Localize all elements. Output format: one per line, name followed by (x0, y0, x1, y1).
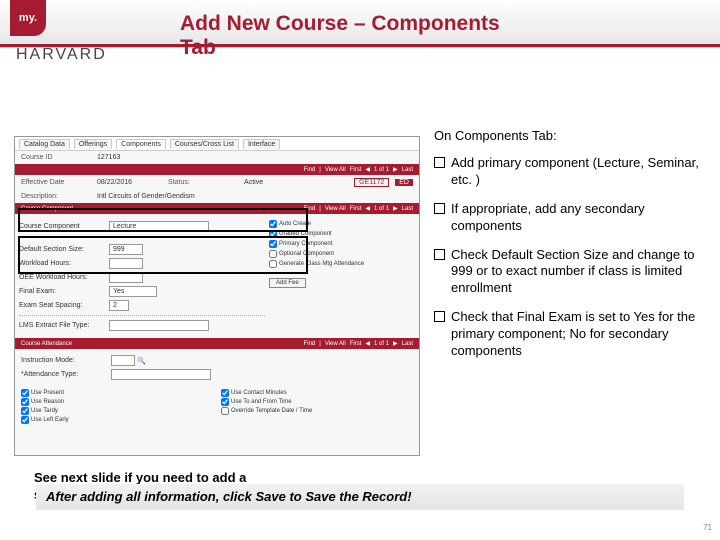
final-exam-label: Final Exam: (19, 288, 109, 295)
optional-checkbox[interactable] (269, 250, 277, 258)
use-contact-label: Use Contact Minutes (231, 390, 287, 396)
nav-first-3[interactable]: First (350, 341, 362, 347)
section-course-attendance: Course Attendance Find| View All First◀ … (15, 338, 419, 349)
checkbox-icon (434, 249, 445, 260)
nav-last[interactable]: Last (402, 167, 413, 173)
instructions-panel: On Components Tab: Add primary component… (434, 128, 710, 372)
auto-create-checkbox[interactable] (269, 220, 277, 228)
bullet-1: Add primary component (Lecture, Seminar,… (434, 155, 710, 189)
attend-type-label: *Attendance Type: (21, 371, 111, 378)
use-tardy-checkbox[interactable] (21, 407, 29, 415)
auto-create-label: Auto Create (279, 221, 311, 227)
title-underline (0, 44, 720, 47)
checkbox-icon (434, 203, 445, 214)
instructions-heading: On Components Tab: (434, 128, 710, 143)
section-course-component: Course Component Find| View All First◀ 1… (15, 203, 419, 214)
footer-bar: After adding all information, click Save… (36, 484, 684, 510)
graded-label: Graded Component (279, 231, 332, 237)
page-number: 71 (703, 523, 712, 532)
course-id-value: 127163 (97, 154, 120, 161)
default-section-label: Default Section Size: (19, 246, 109, 253)
eff-date-label: Effective Date (21, 179, 91, 186)
workload-input[interactable] (109, 258, 143, 269)
use-contact-checkbox[interactable] (221, 389, 229, 397)
use-tofrom-checkbox[interactable] (221, 398, 229, 406)
bullet-2: If appropriate, add any secondary compon… (434, 201, 710, 235)
exam-seat-label: Exam Seat Spacing: (19, 302, 109, 309)
app-screenshot: Catalog Data Offerings Components Course… (14, 136, 420, 456)
override-tpl-label: Override Template Date / Time (231, 408, 312, 414)
nav-viewall-2[interactable]: View All (325, 206, 346, 212)
instr-mode-input[interactable] (111, 355, 135, 366)
nav-last-2[interactable]: Last (402, 206, 413, 212)
attend-type-select[interactable] (111, 369, 211, 380)
lms-file-label: LMS Extract File Type: (19, 322, 109, 329)
use-left-early-checkbox[interactable] (21, 416, 29, 424)
oee-workload-label: OEE Workload Hours: (19, 274, 109, 281)
checkbox-icon (434, 157, 445, 168)
use-reason-label: Use Reason (31, 399, 64, 405)
nav-first[interactable]: First (350, 167, 362, 173)
nav-range: 1 of 1 (374, 167, 389, 173)
tab-bar: Catalog Data Offerings Components Course… (15, 137, 419, 151)
logo-my-badge: my. (10, 0, 46, 36)
exam-seat-input[interactable]: 2 (109, 300, 129, 311)
tab-interface[interactable]: Interface (243, 139, 280, 149)
nav-range-2: 1 of 1 (374, 206, 389, 212)
status-value: Active (244, 179, 263, 186)
gen-attend-checkbox[interactable] (269, 260, 277, 268)
course-id-label: Course ID (21, 154, 91, 161)
gen-attend-label: Generate Class Mtg Attendance (279, 261, 364, 267)
primary-label: Primary Component (279, 241, 332, 247)
descript-value: Intl Circuits of Gender/Gendism (97, 193, 195, 200)
tag-ed: ED (395, 179, 413, 186)
course-component-select[interactable]: Lecture (109, 221, 209, 232)
nav-find-2[interactable]: Find (304, 206, 316, 212)
graded-checkbox[interactable] (269, 230, 277, 238)
tag-ge: GE1172 (354, 178, 389, 187)
nav-viewall[interactable]: View All (325, 167, 346, 173)
primary-checkbox[interactable] (269, 240, 277, 248)
lms-file-select[interactable] (109, 320, 209, 331)
use-present-label: Use Present (31, 390, 64, 396)
slide-header: my. HARVARD Add New Course – Components … (0, 0, 720, 48)
nav-viewall-3[interactable]: View All (325, 341, 346, 347)
final-exam-select[interactable]: Yes (109, 286, 157, 297)
descript-label: Description: (21, 193, 91, 200)
use-tardy-label: Use Tardy (31, 408, 58, 414)
bullet-4: Check that Final Exam is set to Yes for … (434, 309, 710, 360)
tab-catalog-data[interactable]: Catalog Data (19, 139, 70, 149)
tab-cross-list[interactable]: Courses/Cross List (170, 139, 239, 149)
optional-label: Optional Component (279, 251, 334, 257)
override-tpl-checkbox[interactable] (221, 407, 229, 415)
nav-find[interactable]: Find (304, 167, 316, 173)
tab-components[interactable]: Components (116, 139, 166, 149)
logo: my. HARVARD (10, 0, 140, 38)
use-present-checkbox[interactable] (21, 389, 29, 397)
toolbar-1: Find| View All First◀ 1 of 1▶ Last (15, 164, 419, 175)
course-component-label: Course Component (19, 223, 109, 230)
use-reason-checkbox[interactable] (21, 398, 29, 406)
instr-mode-label: Instruction Mode: (21, 357, 111, 364)
use-left-early-label: Use Left Early (31, 417, 69, 423)
nav-find-3[interactable]: Find (304, 341, 316, 347)
nav-range-3: 1 of 1 (374, 341, 389, 347)
default-section-input[interactable]: 999 (109, 244, 143, 255)
workload-label: Workload Hours: (19, 260, 109, 267)
checkbox-icon (434, 311, 445, 322)
nav-first-2[interactable]: First (350, 206, 362, 212)
nav-last-3[interactable]: Last (402, 341, 413, 347)
add-fee-button[interactable]: Add Fee (269, 278, 306, 288)
oee-workload-input[interactable] (109, 272, 143, 283)
eff-date-value: 08/22/2016 (97, 179, 132, 186)
bullet-3: Check Default Section Size and change to… (434, 247, 710, 298)
footer-text: After adding all information, click Save… (36, 484, 684, 509)
tab-offerings[interactable]: Offerings (74, 139, 112, 149)
status-label: Status: (168, 179, 238, 186)
use-tofrom-label: Use To and From Time (231, 399, 292, 405)
